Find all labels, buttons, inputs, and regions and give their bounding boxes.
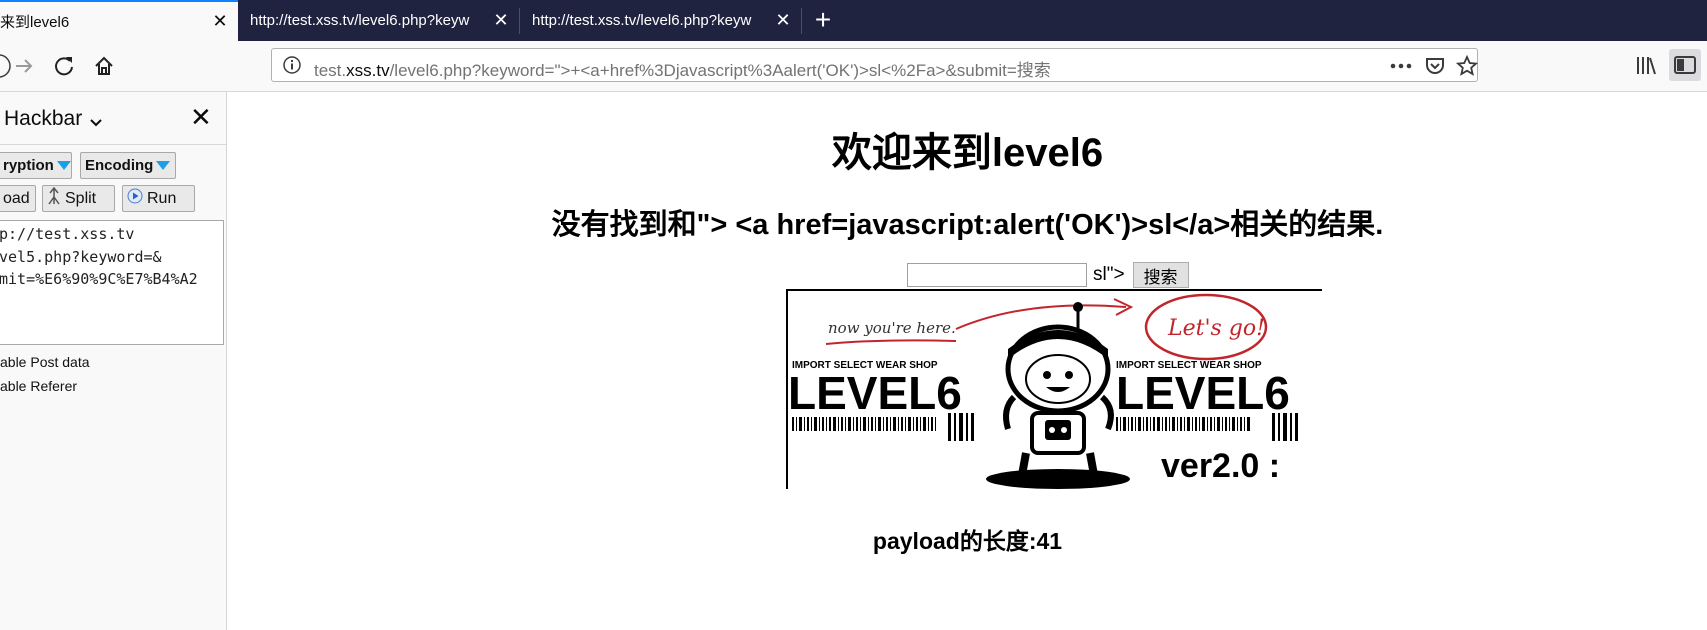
payload-length: payload的长度:41 [872, 528, 1063, 554]
encryption-label: ryption [3, 157, 54, 174]
search-result-text: 没有找到和"> <a href=javascript:alert('OK')>s… [551, 209, 1384, 241]
encoding-label: Encoding [85, 157, 154, 174]
forward-icon[interactable] [11, 53, 37, 79]
dropdown-triangle-icon [56, 161, 71, 170]
level6-banner-image: now you're here. Let's go! IMPORT SELECT… [786, 289, 1322, 489]
close-sidebar-icon[interactable]: ✕ [190, 102, 212, 133]
url-path: /level6.php?keyword=">+<a+href%3Djavascr… [389, 61, 1051, 80]
hackbar-sidebar: Hackbar ✕ ryption Encoding oad Split Run… [0, 92, 227, 630]
encoding-dropdown[interactable]: Encoding [80, 152, 176, 179]
close-tab-icon[interactable]: ✕ [210, 11, 230, 32]
banner-version: ver2.0 : [1161, 447, 1280, 485]
tab-test-xss-1[interactable]: http://test.xss.tv/level6.php?keyw ✕ [238, 0, 519, 41]
new-tab-button[interactable]: + [808, 0, 838, 41]
url-textarea[interactable]: p://test.xss.tv vel5.php?keyword=& mit=%… [0, 220, 224, 345]
split-url-button[interactable]: Split [42, 185, 115, 212]
page-actions-icon[interactable] [1389, 55, 1413, 77]
search-form: sl"> 搜索 [907, 262, 1189, 288]
run-label: Run [147, 189, 177, 207]
pocket-icon[interactable] [1423, 55, 1447, 77]
page-heading: 欢迎来到level6 [831, 131, 1104, 175]
load-url-button[interactable]: oad [0, 185, 36, 212]
sidebar-title[interactable]: Hackbar [4, 107, 82, 131]
banner-note: now you're here. [828, 319, 956, 337]
url-prefix: test. [314, 61, 347, 80]
search-button[interactable]: 搜索 [1132, 262, 1189, 288]
enable-referer-option[interactable]: able Referer [0, 378, 77, 394]
url-text: test.xss.tv/level6.php?keyword=">+<a+hre… [314, 56, 1051, 81]
library-icon[interactable] [1635, 54, 1657, 81]
bookmark-star-icon[interactable] [1455, 55, 1479, 77]
page-content: 欢迎来到level6 没有找到和"> <a href=javascript:al… [228, 92, 1707, 630]
navigation-bar: test.xss.tv/level6.php?keyword=">+<a+hre… [0, 41, 1707, 92]
close-tab-icon[interactable]: ✕ [491, 10, 511, 31]
load-label: oad [3, 189, 30, 207]
home-icon[interactable] [91, 53, 117, 79]
tab-separator [801, 8, 802, 34]
dropdown-triangle-icon [156, 161, 171, 170]
url-host: xss.tv [346, 61, 390, 80]
run-button[interactable]: Run [122, 185, 195, 212]
reflected-text: sl"> [1093, 264, 1125, 285]
encryption-dropdown[interactable]: ryption [0, 152, 72, 179]
sidebar-header: Hackbar ✕ [0, 92, 226, 145]
keyword-input[interactable] [907, 263, 1087, 287]
sidebar-toggle-icon[interactable] [1669, 49, 1701, 81]
reload-icon[interactable] [51, 53, 77, 79]
tab-title: 来到level6 [0, 14, 70, 31]
address-bar[interactable]: test.xss.tv/level6.php?keyword=">+<a+hre… [271, 48, 1478, 82]
site-info-icon[interactable] [282, 55, 302, 75]
tab-level6[interactable]: 来到level6 ✕ [0, 0, 238, 41]
close-tab-icon[interactable]: ✕ [773, 10, 793, 31]
chevron-down-icon[interactable] [90, 116, 102, 130]
tab-title: http://test.xss.tv/level6.php?keyw [250, 12, 470, 29]
banner-bubble: Let's go! [1167, 316, 1265, 341]
banner-level-left: LEVEL6 [788, 367, 962, 419]
tab-bar: 来到level6 ✕ http://test.xss.tv/level6.php… [0, 0, 1707, 41]
split-label: Split [65, 189, 97, 207]
banner-level-right: LEVEL6 [1116, 367, 1290, 419]
split-icon [47, 186, 61, 210]
play-icon [127, 188, 143, 209]
tab-test-xss-2[interactable]: http://test.xss.tv/level6.php?keyw ✕ [520, 0, 801, 41]
tab-title: http://test.xss.tv/level6.php?keyw [532, 12, 752, 29]
enable-post-data-option[interactable]: able Post data [0, 354, 90, 370]
